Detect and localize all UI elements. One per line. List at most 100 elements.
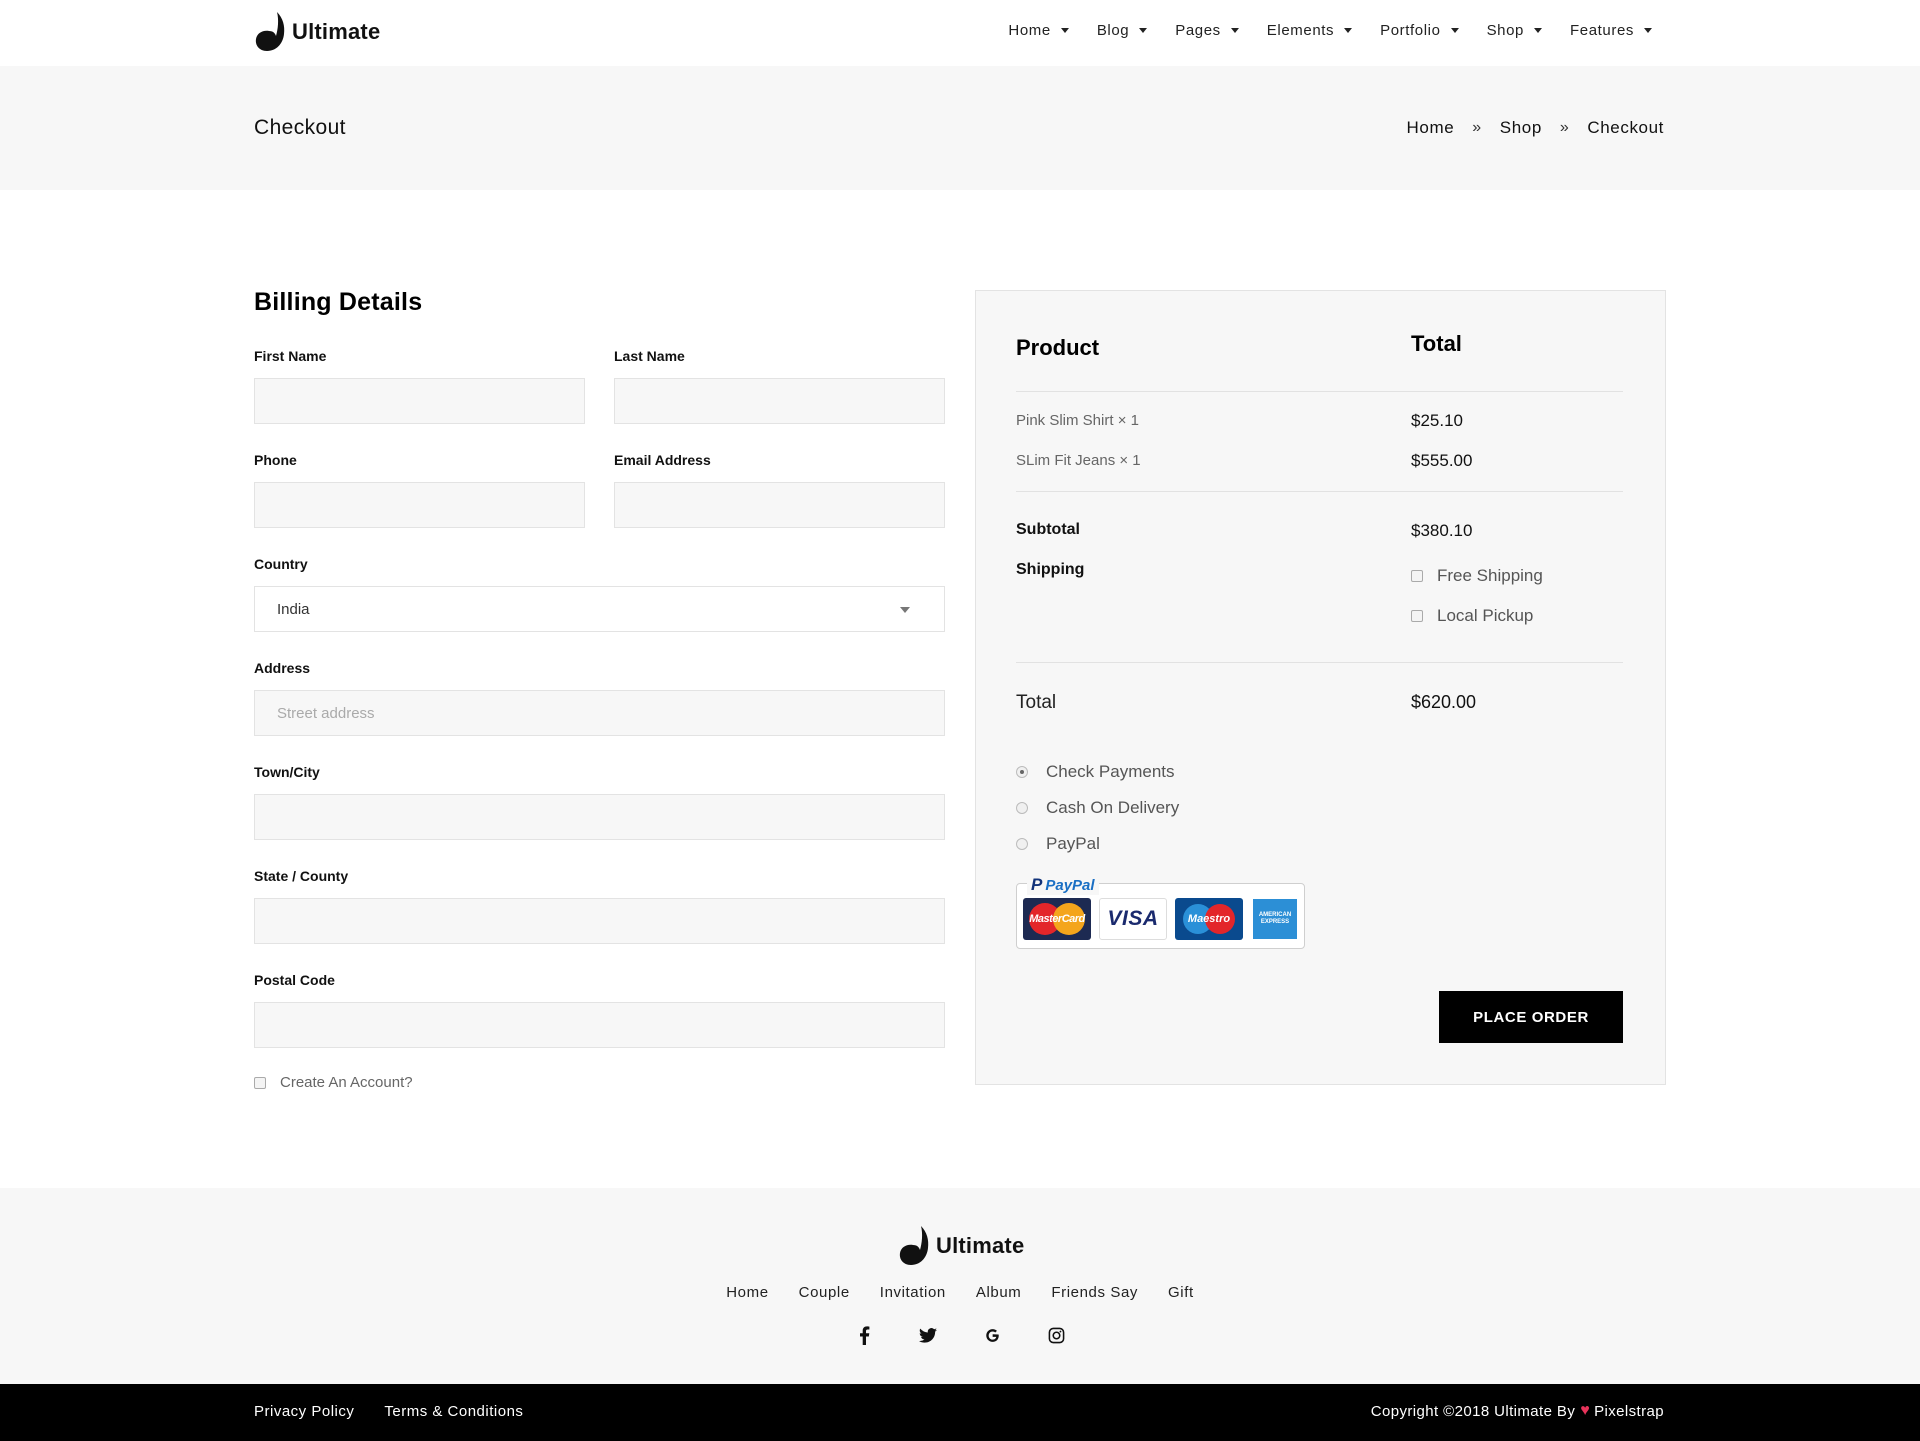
email-field[interactable]: [614, 482, 945, 528]
footer-nav-home[interactable]: Home: [726, 1284, 768, 1301]
payment-option-paypal[interactable]: PayPal: [1016, 834, 1100, 854]
paypal-logo: P PayPal: [1027, 875, 1099, 895]
nav-pages[interactable]: Pages: [1175, 22, 1239, 39]
chevron-down-icon: [900, 607, 910, 613]
facebook-icon[interactable]: [853, 1324, 875, 1346]
create-account-checkbox[interactable]: [254, 1076, 266, 1089]
billing-details: Billing Details First Name Last Name Pho…: [254, 288, 946, 1091]
nav-elements[interactable]: Elements: [1267, 22, 1353, 39]
card-logos: MasterCard VISA Maestro AMERICAN EXPRESS: [1023, 898, 1299, 940]
order-item-name: Pink Slim Shirt × 1: [1016, 412, 1139, 429]
logo-icon: [899, 1226, 929, 1265]
chevron-down-icon: [1450, 28, 1459, 33]
chevron-down-icon: [1230, 28, 1239, 33]
privacy-policy-link[interactable]: Privacy Policy: [254, 1403, 354, 1420]
payment-option-check[interactable]: Check Payments: [1016, 762, 1175, 782]
heart-icon: ♥: [1580, 1402, 1591, 1419]
footer-logo[interactable]: Ultimate: [898, 1226, 1024, 1266]
divider: [1016, 391, 1623, 392]
local-pickup-checkbox[interactable]: [1411, 610, 1423, 622]
state-label: State / County: [254, 868, 349, 884]
country-select[interactable]: India: [254, 586, 945, 632]
state-field[interactable]: [254, 898, 945, 944]
nav-features-label: Features: [1570, 22, 1634, 39]
instagram-icon[interactable]: [1045, 1324, 1067, 1346]
radio-icon[interactable]: [1016, 802, 1028, 814]
maestro-icon: Maestro: [1175, 898, 1243, 940]
nav-home-label: Home: [1008, 22, 1051, 39]
nav-features[interactable]: Features: [1570, 22, 1652, 39]
total-column-header: Total: [1411, 331, 1462, 356]
nav-home[interactable]: Home: [1008, 22, 1069, 39]
place-order-button[interactable]: PLACE ORDER: [1439, 991, 1623, 1043]
phone-label: Phone: [254, 452, 297, 468]
create-account-option[interactable]: Create An Account?: [254, 1074, 413, 1091]
terms-link[interactable]: Terms & Conditions: [384, 1403, 523, 1420]
radio-icon[interactable]: [1016, 838, 1028, 850]
footer-nav-gift[interactable]: Gift: [1168, 1284, 1194, 1301]
main-nav: Home Blog Pages Elements Portfolio Shop …: [980, 22, 1652, 39]
divider: [1016, 491, 1623, 492]
postal-code-field[interactable]: [254, 1002, 945, 1048]
payment-option-label: Cash On Delivery: [1046, 798, 1180, 817]
chevron-down-icon: [1644, 28, 1652, 33]
shipping-option-pickup[interactable]: Local Pickup: [1411, 606, 1533, 626]
last-name-label: Last Name: [614, 348, 685, 364]
last-name-field[interactable]: [614, 378, 945, 424]
first-name-field[interactable]: [254, 378, 585, 424]
nav-blog-label: Blog: [1096, 22, 1130, 39]
paypal-wordmark: PayPal: [1045, 876, 1095, 894]
city-field[interactable]: [254, 794, 945, 840]
amex-icon: AMERICAN EXPRESS: [1251, 898, 1299, 940]
bottom-bar: Privacy Policy Terms & Conditions Copyri…: [0, 1384, 1920, 1441]
divider: [1016, 662, 1623, 663]
chevron-down-icon: [1344, 28, 1353, 33]
footer-nav-friends-say[interactable]: Friends Say: [1051, 1284, 1138, 1301]
double-chevron-right-icon: »: [1559, 119, 1570, 136]
total-label: Total: [1016, 692, 1057, 713]
page-title: Checkout: [254, 116, 346, 139]
product-column-header: Product: [1016, 335, 1100, 360]
breadcrumb: Home » Shop » Checkout: [1407, 118, 1664, 138]
order-summary: Product Total Pink Slim Shirt × 1 $25.10…: [975, 290, 1666, 1085]
google-icon[interactable]: [981, 1324, 1003, 1346]
shipping-option-free[interactable]: Free Shipping: [1411, 566, 1543, 586]
phone-field[interactable]: [254, 482, 585, 528]
logo-icon: [255, 12, 285, 51]
billing-heading: Billing Details: [254, 288, 423, 316]
copyright-author[interactable]: Pixelstrap: [1594, 1403, 1664, 1420]
country-value: India: [277, 600, 310, 618]
radio-selected-icon[interactable]: [1016, 766, 1028, 778]
order-item-price: $25.10: [1411, 411, 1463, 430]
chevron-down-icon: [1139, 28, 1148, 33]
nav-portfolio[interactable]: Portfolio: [1380, 22, 1459, 39]
accepted-cards: P PayPal MasterCard VISA Maestro AMERICA…: [1016, 875, 1305, 949]
address-label: Address: [254, 660, 311, 676]
breadcrumb-shop[interactable]: Shop: [1500, 118, 1542, 138]
nav-blog[interactable]: Blog: [1096, 22, 1148, 39]
copyright: Copyright ©2018 Ultimate By ♥ Pixelstrap: [1371, 1402, 1664, 1420]
visa-label: VISA: [1107, 907, 1159, 930]
twitter-icon[interactable]: [917, 1324, 939, 1346]
total-value: $620.00: [1411, 692, 1477, 712]
page-title-band: Checkout Home » Shop » Checkout: [0, 66, 1920, 190]
breadcrumb-home[interactable]: Home: [1407, 118, 1455, 138]
nav-portfolio-label: Portfolio: [1380, 22, 1441, 39]
footer-nav: Home Couple Invitation Album Friends Say…: [0, 1284, 1920, 1301]
paypal-icon: P: [1031, 875, 1043, 894]
footer-nav-couple[interactable]: Couple: [799, 1284, 850, 1301]
footer-nav-album[interactable]: Album: [976, 1284, 1022, 1301]
brand-logo[interactable]: Ultimate: [254, 12, 380, 52]
nav-shop[interactable]: Shop: [1487, 22, 1542, 39]
footer-nav-invitation[interactable]: Invitation: [880, 1284, 946, 1301]
create-account-label: Create An Account?: [280, 1074, 413, 1091]
payment-option-cod[interactable]: Cash On Delivery: [1016, 798, 1179, 818]
mastercard-label: MasterCard: [1029, 913, 1085, 925]
postal-code-label: Postal Code: [254, 972, 335, 988]
nav-pages-label: Pages: [1175, 22, 1221, 39]
first-name-label: First Name: [254, 348, 327, 364]
breadcrumb-current: Checkout: [1587, 118, 1664, 137]
address-field[interactable]: Street address: [254, 690, 945, 736]
free-shipping-checkbox[interactable]: [1411, 570, 1423, 582]
payment-option-label: PayPal: [1046, 834, 1100, 853]
